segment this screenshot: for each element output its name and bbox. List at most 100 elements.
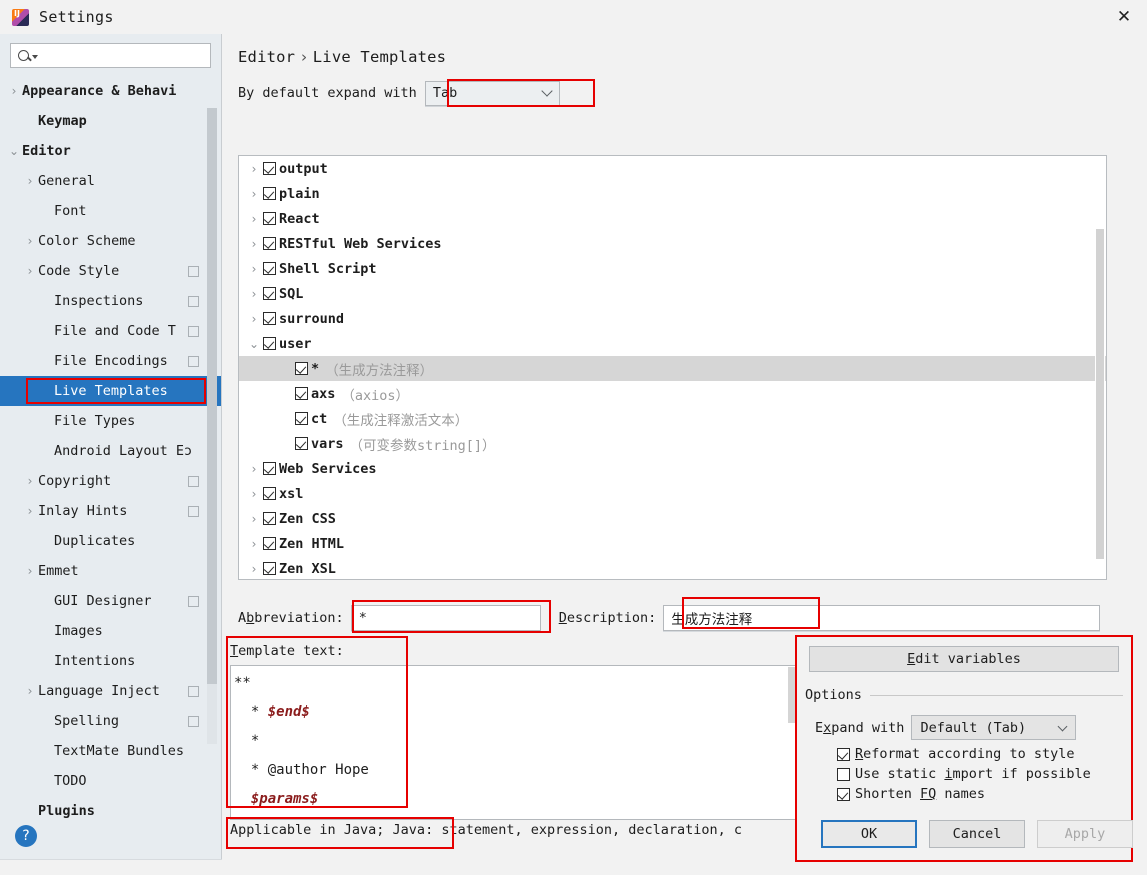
template-checkbox[interactable] [263, 537, 276, 550]
sidebar-item-code-style[interactable]: › Code Style [0, 256, 221, 286]
template-tree-row[interactable]: ⌄ user [239, 331, 1106, 356]
sidebar-item-duplicates[interactable]: Duplicates [0, 526, 221, 556]
sidebar-item-gui-designer[interactable]: GUI Designer [0, 586, 221, 616]
template-tree-row[interactable]: › xsl [239, 481, 1106, 506]
ok-button[interactable]: OK [821, 820, 917, 848]
template-tree-row[interactable]: › SQL [239, 281, 1106, 306]
sidebar-item-images[interactable]: Images [0, 616, 221, 646]
sidebar-item-font[interactable]: Font [0, 196, 221, 226]
option-checkbox[interactable] [837, 767, 850, 781]
chevron-right-icon[interactable]: › [245, 563, 263, 575]
sidebar-item-editor[interactable]: ⌄ Editor [0, 136, 221, 166]
template-tree-row[interactable]: ct （生成注释激活文本） [239, 406, 1106, 431]
chevron-right-icon[interactable]: › [22, 565, 38, 577]
template-tree-row[interactable]: › Zen CSS [239, 506, 1106, 531]
tree-scrollbar[interactable] [1095, 157, 1105, 579]
help-button[interactable]: ? [15, 825, 37, 847]
sidebar-item-file-and-code-t[interactable]: File and Code T [0, 316, 221, 346]
option-checkbox[interactable] [837, 787, 850, 801]
template-checkbox[interactable] [263, 237, 276, 250]
sidebar-item-textmate-bundles[interactable]: TextMate Bundles [0, 736, 221, 766]
sidebar-item-copyright[interactable]: › Copyright [0, 466, 221, 496]
close-icon[interactable]: ✕ [1101, 0, 1147, 34]
template-checkbox[interactable] [263, 487, 276, 500]
sidebar-item-plugins[interactable]: Plugins [0, 796, 221, 826]
template-checkbox[interactable] [295, 412, 308, 425]
chevron-right-icon[interactable]: › [22, 235, 38, 247]
live-templates-tree[interactable]: › output › plain › React › RESTful Web Services… [238, 155, 1107, 580]
breadcrumb-root[interactable]: Editor [238, 48, 295, 66]
option-checkbox[interactable] [837, 747, 850, 761]
abbreviation-input[interactable]: * [350, 605, 541, 631]
sidebar-item-keymap[interactable]: Keymap [0, 106, 221, 136]
template-tree-row[interactable]: › Web Services [239, 456, 1106, 481]
chevron-right-icon[interactable]: › [245, 188, 263, 200]
sidebar-scrollbar-thumb[interactable] [207, 108, 217, 684]
template-tree-row[interactable]: › surround [239, 306, 1106, 331]
sidebar-item-general[interactable]: › General [0, 166, 221, 196]
expand-with-combobox[interactable]: Default (Tab) [911, 715, 1077, 740]
search-box[interactable] [10, 43, 211, 68]
template-tree-row[interactable]: › RESTful Web Services [239, 231, 1106, 256]
sidebar-item-todo[interactable]: TODO [0, 766, 221, 796]
edit-variables-button[interactable]: Edit variables [809, 646, 1119, 672]
sidebar-item-file-types[interactable]: File Types [0, 406, 221, 436]
sidebar-item-file-encodings[interactable]: File Encodings [0, 346, 221, 376]
template-checkbox[interactable] [263, 312, 276, 325]
sidebar-item-intentions[interactable]: Intentions [0, 646, 221, 676]
template-checkbox[interactable] [263, 512, 276, 525]
chevron-right-icon[interactable]: › [245, 238, 263, 250]
chevron-right-icon[interactable]: › [245, 213, 263, 225]
sidebar-item-live-templates[interactable]: Live Templates [0, 376, 221, 406]
sidebar-item-appearance-behavi[interactable]: › Appearance & Behavi [0, 76, 221, 106]
template-tree-row[interactable]: vars （可变参数string[]） [239, 431, 1106, 456]
template-checkbox[interactable] [295, 362, 308, 375]
template-tree-row[interactable]: › Shell Script [239, 256, 1106, 281]
sidebar-item-language-inject[interactable]: › Language Inject [0, 676, 221, 706]
template-tree-row[interactable]: › Zen XSL [239, 556, 1106, 579]
template-checkbox[interactable] [295, 387, 308, 400]
template-checkbox[interactable] [263, 562, 276, 575]
sidebar-scrollbar[interactable] [207, 108, 217, 744]
template-tree-row[interactable]: › React [239, 206, 1106, 231]
template-checkbox[interactable] [263, 187, 276, 200]
template-checkbox[interactable] [263, 212, 276, 225]
chevron-down-icon[interactable]: ⌄ [6, 145, 22, 157]
sidebar-item-emmet[interactable]: › Emmet [0, 556, 221, 586]
option-checkbox-row[interactable]: Use static import if possible [837, 766, 1131, 782]
template-checkbox[interactable] [263, 337, 276, 350]
chevron-right-icon[interactable]: › [245, 488, 263, 500]
template-checkbox[interactable] [263, 162, 276, 175]
chevron-right-icon[interactable]: › [245, 163, 263, 175]
search-input[interactable] [38, 48, 211, 63]
chevron-right-icon[interactable]: › [22, 505, 38, 517]
chevron-right-icon[interactable]: › [22, 475, 38, 487]
chevron-right-icon[interactable]: › [22, 685, 38, 697]
template-checkbox[interactable] [263, 462, 276, 475]
template-tree-row[interactable]: axs （axios） [239, 381, 1106, 406]
cancel-button[interactable]: Cancel [929, 820, 1025, 848]
sidebar-item-android-layout-e[interactable]: Android Layout Eɔ [0, 436, 221, 466]
template-checkbox[interactable] [263, 262, 276, 275]
template-text-editor[interactable]: ** * $end$ * * @author Hope $params$ [230, 665, 800, 820]
default-expand-combobox[interactable]: Tab [424, 80, 560, 106]
chevron-right-icon[interactable]: › [245, 263, 263, 275]
sidebar-item-inlay-hints[interactable]: › Inlay Hints [0, 496, 221, 526]
chevron-right-icon[interactable]: › [6, 85, 22, 97]
chevron-down-icon[interactable]: ⌄ [245, 338, 263, 350]
sidebar-item-spelling[interactable]: Spelling [0, 706, 221, 736]
template-checkbox[interactable] [295, 437, 308, 450]
tree-scrollbar-thumb[interactable] [1096, 229, 1104, 559]
sidebar-item-color-scheme[interactable]: › Color Scheme [0, 226, 221, 256]
chevron-right-icon[interactable]: › [245, 288, 263, 300]
description-input[interactable]: 生成方法注释 [663, 605, 1101, 631]
chevron-right-icon[interactable]: › [245, 463, 263, 475]
chevron-right-icon[interactable]: › [245, 513, 263, 525]
template-tree-row[interactable]: › plain [239, 181, 1106, 206]
sidebar-item-inspections[interactable]: Inspections [0, 286, 221, 316]
template-tree-row[interactable]: › Zen HTML [239, 531, 1106, 556]
template-checkbox[interactable] [263, 287, 276, 300]
chevron-right-icon[interactable]: › [22, 265, 38, 277]
option-checkbox-row[interactable]: Shorten FQ names [837, 786, 1131, 802]
chevron-right-icon[interactable]: › [245, 313, 263, 325]
